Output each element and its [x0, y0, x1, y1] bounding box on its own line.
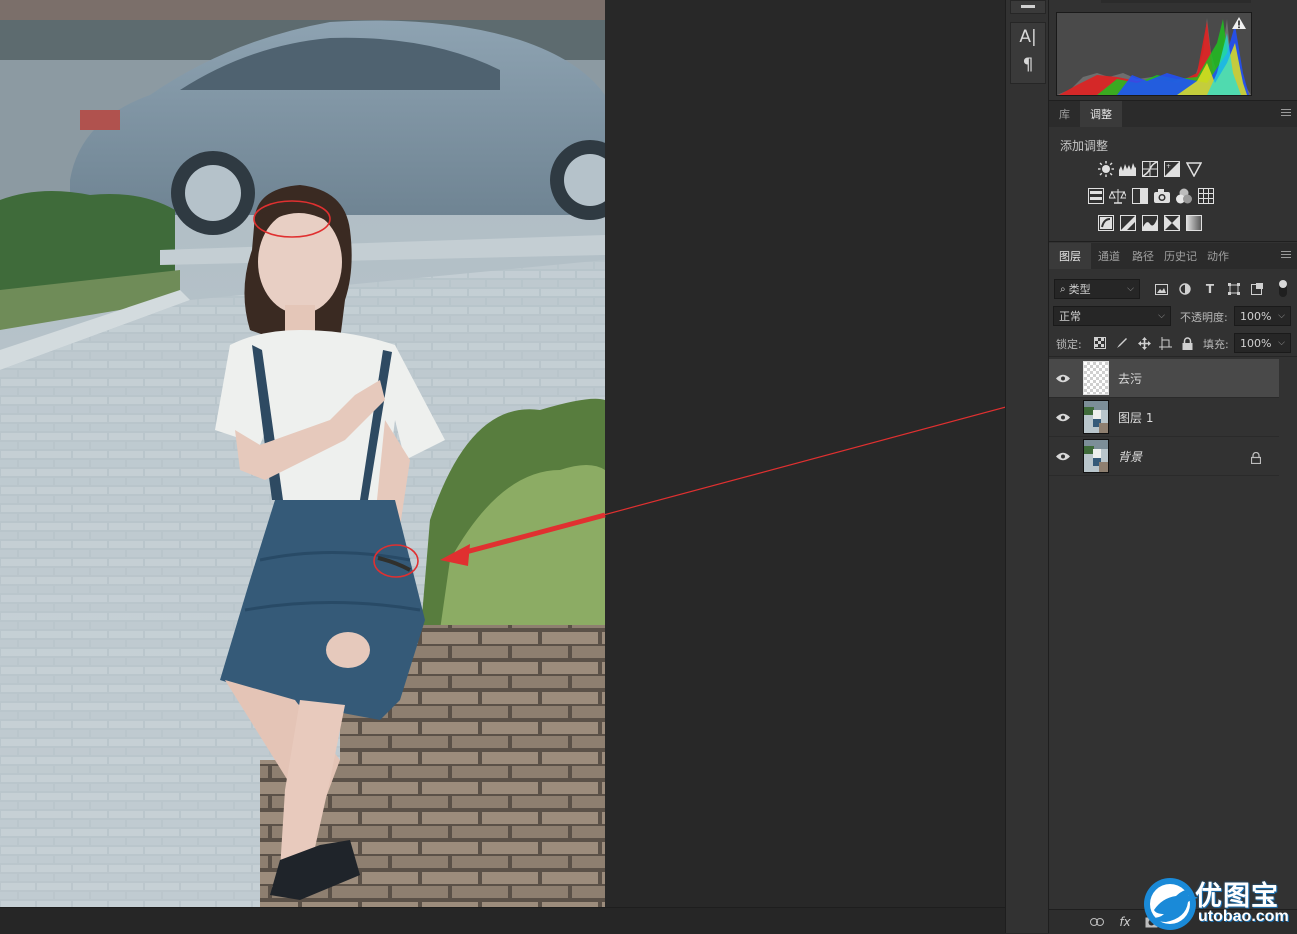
adjustment-filter-icon[interactable] — [1177, 281, 1193, 297]
filter-search-icon: ⌕ — [1060, 283, 1066, 295]
histogram-plot — [1057, 18, 1251, 95]
visibility-eye-icon[interactable] — [1049, 452, 1077, 461]
svg-text:+: + — [1166, 163, 1171, 170]
add-adjustment-label: 添加调整 — [1060, 139, 1109, 153]
tab-paths[interactable]: 路径 — [1127, 243, 1159, 269]
adjustment-row-3 — [1097, 214, 1202, 231]
type-filter-icon[interactable]: T — [1202, 281, 1218, 297]
levels-icon[interactable] — [1119, 160, 1136, 177]
opacity-label: 不透明度: — [1180, 311, 1228, 324]
tab-channels[interactable]: 通道 — [1091, 243, 1127, 269]
link-layers-icon[interactable] — [1089, 914, 1105, 930]
invert-icon[interactable] — [1097, 214, 1114, 231]
layer-thumbnail-photo — [1083, 400, 1109, 434]
tab-layers[interactable]: 图层 — [1049, 243, 1091, 269]
strip-group-type: A| ¶ — [1010, 22, 1046, 84]
paragraph-panel-icon[interactable]: ¶ — [1011, 51, 1045, 79]
layer-filter-value: 类型 — [1068, 283, 1091, 296]
lock-artboard-icon[interactable] — [1157, 335, 1173, 351]
layers-tabbar: 图层 通道 路径 历史记 动作 — [1049, 243, 1297, 269]
tab-library[interactable]: 库 — [1049, 101, 1080, 127]
tab-history[interactable]: 历史记 — [1159, 243, 1202, 269]
document-photo[interactable] — [0, 0, 605, 907]
color-lookup-icon[interactable] — [1197, 187, 1214, 204]
lock-all-icon[interactable] — [1179, 335, 1195, 351]
layer-filter-select[interactable]: ⌕ 类型 ⌵ — [1054, 279, 1140, 299]
fill-label: 填充: — [1203, 338, 1229, 351]
lock-label: 锁定: — [1056, 338, 1082, 351]
opacity-input[interactable]: 100% ⌵ — [1234, 306, 1291, 326]
layer-name: 背景 — [1118, 449, 1143, 464]
adjustment-row-2 — [1087, 187, 1214, 204]
vibrance-icon[interactable] — [1185, 160, 1202, 177]
histogram-graph — [1056, 12, 1252, 96]
exposure-icon[interactable]: + — [1163, 160, 1180, 177]
strip-group-top — [1010, 0, 1046, 14]
opacity-value: 100% — [1240, 309, 1272, 323]
hue-saturation-icon[interactable] — [1087, 187, 1104, 204]
curves-icon[interactable] — [1141, 160, 1158, 177]
pixel-filter-icon[interactable] — [1153, 281, 1169, 297]
layer-thumbnail-photo — [1083, 439, 1109, 473]
shape-filter-icon[interactable] — [1226, 281, 1242, 297]
histogram-panel — [1049, 0, 1297, 101]
canvas-status-strip — [0, 907, 1005, 934]
lock-image-pixels-icon[interactable] — [1114, 335, 1130, 351]
watermark: 优图宝 utobao.com — [1142, 874, 1297, 933]
filter-toggle[interactable] — [1279, 280, 1287, 297]
document-canvas-area[interactable] — [0, 0, 1005, 934]
gradient-map-icon[interactable] — [1185, 214, 1202, 231]
warning-icon[interactable] — [1232, 17, 1246, 29]
collapsed-panel-icon[interactable] — [1021, 5, 1035, 8]
layer-thumbnail-transparent — [1083, 361, 1109, 395]
bird-logo-icon — [1144, 878, 1198, 930]
tab-actions[interactable]: 动作 — [1202, 243, 1234, 269]
collapsed-panels-strip: A| ¶ — [1005, 0, 1049, 933]
color-balance-icon[interactable] — [1109, 187, 1126, 204]
right-panels: 库 调整 添加调整 + 图层 通道 路径 历史记 动作 ⌕ 类型 ⌵ T 正常 … — [1049, 0, 1297, 934]
blend-mode-value: 正常 — [1059, 310, 1081, 323]
chevron-down-icon: ⌵ — [1278, 338, 1285, 348]
watermark-brand-url: utobao.com — [1198, 908, 1289, 925]
visibility-eye-icon[interactable] — [1049, 374, 1077, 383]
fill-value: 100% — [1240, 336, 1272, 350]
tab-adjustments[interactable]: 调整 — [1080, 101, 1122, 127]
fill-input[interactable]: 100% ⌵ — [1234, 333, 1291, 353]
threshold-icon[interactable] — [1141, 214, 1158, 231]
black-white-icon[interactable] — [1131, 187, 1148, 204]
fx-button[interactable]: fx — [1117, 914, 1133, 930]
adjustment-row-1: + — [1097, 160, 1202, 177]
layer-name: 图层 1 — [1118, 410, 1154, 425]
panel-menu-icon[interactable] — [1281, 107, 1291, 118]
channel-mixer-icon[interactable] — [1175, 187, 1192, 204]
layer-row[interactable]: 图层 1 — [1049, 398, 1279, 437]
layer-row[interactable]: 去污 — [1049, 359, 1279, 398]
selective-color-icon[interactable] — [1163, 214, 1180, 231]
lock-position-icon[interactable] — [1136, 335, 1152, 351]
layer-lock-icon[interactable] — [1250, 449, 1262, 468]
layer-name: 去污 — [1118, 371, 1143, 386]
chevron-down-icon: ⌵ — [1127, 284, 1134, 294]
posterize-icon[interactable] — [1119, 214, 1136, 231]
character-panel-icon[interactable]: A| — [1011, 23, 1045, 51]
brightness-contrast-icon[interactable] — [1097, 160, 1114, 177]
layer-row[interactable]: 背景 — [1049, 437, 1279, 476]
smart-object-filter-icon[interactable] — [1249, 281, 1265, 297]
blend-mode-select[interactable]: 正常 ⌵ — [1053, 306, 1171, 326]
photo-filter-icon[interactable] — [1153, 187, 1170, 204]
photo-illustration — [0, 0, 605, 907]
lock-transparent-pixels-icon[interactable] — [1092, 335, 1108, 351]
adjustments-tabbar: 库 调整 — [1049, 101, 1297, 127]
chevron-down-icon: ⌵ — [1158, 311, 1165, 321]
layers-panel-menu-icon[interactable] — [1281, 249, 1291, 260]
layers-panel: 图层 通道 路径 历史记 动作 ⌕ 类型 ⌵ T 正常 ⌵ 不透明度: 100%… — [1049, 243, 1297, 933]
chevron-down-icon: ⌵ — [1278, 311, 1285, 321]
visibility-eye-icon[interactable] — [1049, 413, 1077, 422]
adjustments-panel: 库 调整 添加调整 + — [1049, 101, 1297, 242]
